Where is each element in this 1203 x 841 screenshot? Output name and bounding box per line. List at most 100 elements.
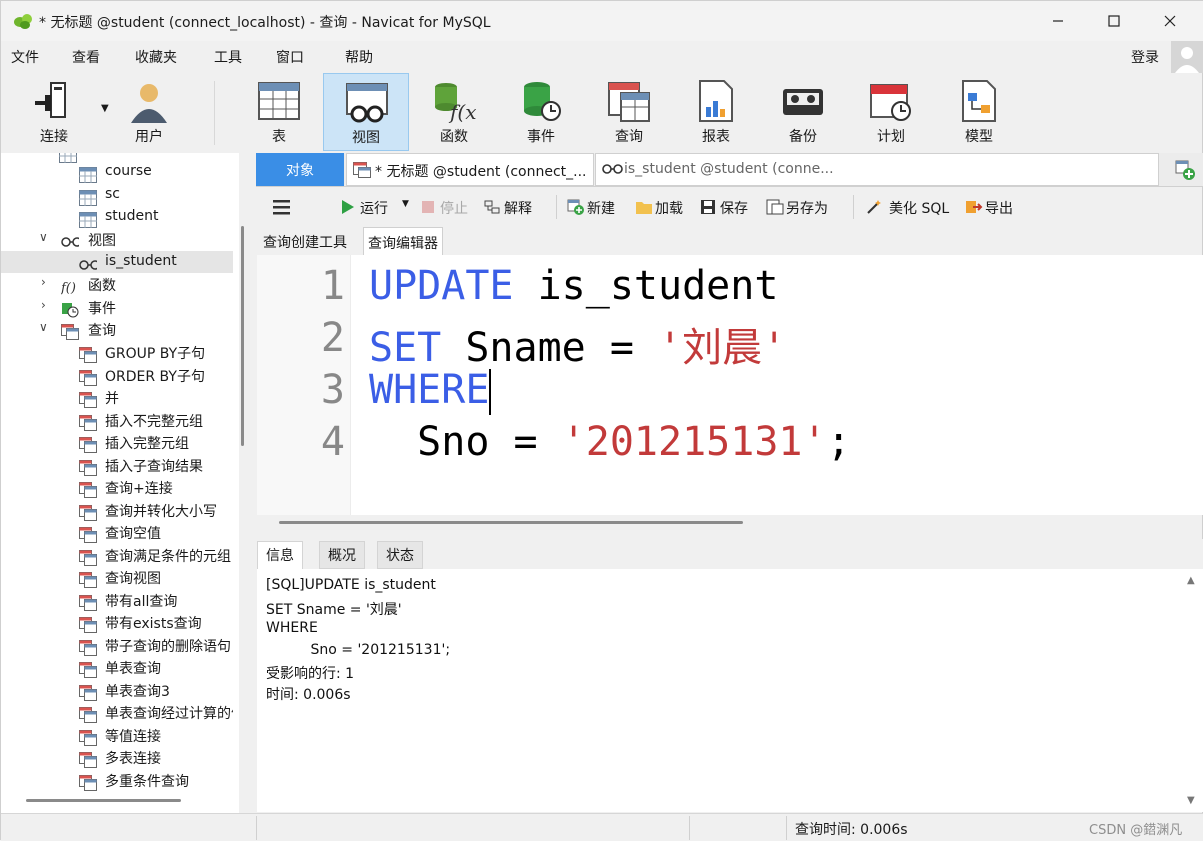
model-icon	[962, 80, 996, 122]
tab-status[interactable]: 状态	[377, 541, 423, 569]
sql-editor[interactable]: 1 2 3 4 UPDATE is_student SET Sname = '刘…	[257, 255, 1203, 515]
query-icon	[79, 527, 97, 543]
tab-query-editor[interactable]: 查询编辑器	[363, 227, 443, 255]
code-line-1: UPDATE is_student	[369, 263, 778, 309]
toolbar-connection-button[interactable]: ▼ 连接	[11, 73, 109, 151]
minimize-button[interactable]	[1035, 1, 1081, 41]
menu-help[interactable]: 帮助	[345, 47, 373, 67]
toolbar-backup-button[interactable]: 备份	[760, 73, 846, 151]
chevron-right-icon[interactable]: ›	[41, 298, 46, 312]
load-label: 加载	[655, 201, 683, 217]
tree-item-query[interactable]: 等值连接	[1, 724, 233, 746]
tree-item-query[interactable]: 单表查询3	[1, 679, 233, 701]
tree-queries-group[interactable]: ∨ 查询	[1, 318, 233, 340]
tab-untitled-query[interactable]: * 无标题 @student (connect_...	[346, 153, 594, 186]
toolbar-schedule-label: 计划	[877, 129, 905, 145]
toolbar-view-button[interactable]: 视图	[323, 73, 409, 151]
scroll-up-icon[interactable]: ▲	[1187, 575, 1195, 586]
connection-icon	[35, 82, 66, 118]
toolbar-event-button[interactable]: 事件	[498, 73, 584, 151]
tree-item-query[interactable]: 查询满足条件的元组	[1, 544, 233, 566]
tree-item-query[interactable]: GROUP BY子句	[1, 341, 233, 363]
toolbar-report-button[interactable]: 报表	[673, 73, 759, 151]
tree-item-query[interactable]: 查询空值	[1, 521, 233, 543]
line-number-gutter: 1 2 3 4	[257, 255, 351, 515]
tab-overview[interactable]: 概况	[319, 541, 365, 569]
editor-horizontal-scrollbar[interactable]	[279, 521, 743, 524]
tree-item-label: 查询空值	[105, 526, 161, 542]
tree-item-query[interactable]: 带有exists查询	[1, 611, 233, 633]
tree-views-group[interactable]: ∨ 视图	[1, 228, 233, 250]
tree-item-label: 查询+连接	[105, 481, 173, 497]
tree-horizontal-scrollbar[interactable]	[26, 799, 181, 802]
tab-query-builder[interactable]: 查询创建工具	[259, 227, 351, 255]
maximize-button[interactable]	[1091, 1, 1137, 41]
menu-favorites[interactable]: 收藏夹	[135, 47, 177, 67]
avatar[interactable]	[1171, 41, 1203, 73]
sql-identifier: Sname =	[441, 325, 658, 371]
tree-item-table[interactable]: sc	[1, 184, 233, 206]
toolbar-separator	[853, 195, 854, 219]
tree-item-query[interactable]: 单表查询	[1, 656, 233, 678]
menu-view[interactable]: 查看	[72, 47, 100, 67]
scroll-down-icon[interactable]: ▼	[1187, 795, 1195, 806]
minimize-icon	[1053, 20, 1063, 22]
table-icon	[258, 82, 300, 120]
tree-item-query[interactable]: 查询视图	[1, 566, 233, 588]
chevron-down-icon[interactable]: ∨	[39, 320, 48, 334]
tree-item-query[interactable]: 查询+连接	[1, 476, 233, 498]
tree-item-query[interactable]: ORDER BY子句	[1, 364, 233, 386]
tree-events-group[interactable]: › 事件	[1, 296, 233, 318]
tab-objects[interactable]: 对象	[256, 153, 344, 186]
sql-semicolon: ;	[826, 419, 851, 465]
menu-file[interactable]: 文件	[11, 47, 39, 67]
tree-item-query[interactable]: 并	[1, 386, 233, 408]
tree-item-query[interactable]: 带有all查询	[1, 589, 233, 611]
tree-item-label: 插入不完整元组	[105, 413, 203, 430]
menu-tools[interactable]: 工具	[214, 47, 242, 67]
query-icon	[79, 617, 97, 633]
login-link[interactable]: 登录	[1131, 47, 1159, 67]
tree-item-query[interactable]: 查询并转化大小写	[1, 499, 233, 521]
event-icon	[524, 82, 561, 121]
tree-item-query[interactable]: 插入子查询结果	[1, 454, 233, 476]
tree-item-view[interactable]: is_student	[1, 251, 233, 273]
toolbar-separator	[556, 195, 557, 219]
tree-item-query[interactable]: 单表查询经过计算的值	[1, 701, 233, 723]
query-icon	[79, 482, 97, 498]
folder-icon	[636, 202, 652, 214]
tree-item-query[interactable]: 插入完整元组	[1, 431, 233, 453]
save-icon	[701, 200, 715, 214]
menu-window[interactable]: 窗口	[276, 47, 304, 67]
tree-item-query[interactable]: 多表连接	[1, 746, 233, 768]
tree-item-table[interactable]: course	[1, 161, 233, 183]
toolbar-schedule-button[interactable]: 计划	[848, 73, 934, 151]
tree-item-query[interactable]: 带子查询的删除语句	[1, 634, 233, 656]
line-number: 2	[320, 315, 345, 361]
toolbar-query-button[interactable]: 查询	[586, 73, 672, 151]
info-vertical-scrollbar[interactable]: ▲ ▼	[1184, 575, 1200, 811]
chevron-right-icon[interactable]: ›	[41, 275, 46, 289]
toolbar-table-button[interactable]: 表	[236, 73, 322, 151]
toolbar-function-button[interactable]: f(x) 函数	[411, 73, 497, 151]
sql-string: '201215131'	[561, 419, 827, 465]
tree-vertical-scrollbar[interactable]	[241, 226, 244, 446]
chevron-down-icon[interactable]: ∨	[39, 230, 48, 244]
tab-is-student-view[interactable]: is_student @student (conne...	[595, 153, 1159, 186]
tree-functions-group[interactable]: › f() 函数	[1, 273, 233, 295]
toolbar-model-button[interactable]: 模型	[936, 73, 1022, 151]
close-button[interactable]	[1147, 1, 1193, 41]
toolbar-user-button[interactable]: 用户	[106, 73, 192, 151]
chevron-down-icon[interactable]: ▼	[402, 199, 409, 209]
hamburger-menu-icon[interactable]	[272, 199, 292, 215]
new-tab-icon[interactable]	[1174, 159, 1196, 181]
maximize-icon	[1108, 15, 1120, 27]
tree-item-table[interactable]: student	[1, 206, 233, 228]
tree-item-query[interactable]: 插入不完整元组	[1, 409, 233, 431]
function-icon: f()	[61, 281, 76, 295]
info-line: 受影响的行: 1	[266, 666, 355, 682]
tab-info[interactable]: 信息	[257, 541, 303, 569]
query-icon	[79, 774, 97, 791]
tree-item-query[interactable]: 多重条件查询	[1, 769, 233, 791]
table-icon	[79, 189, 97, 206]
